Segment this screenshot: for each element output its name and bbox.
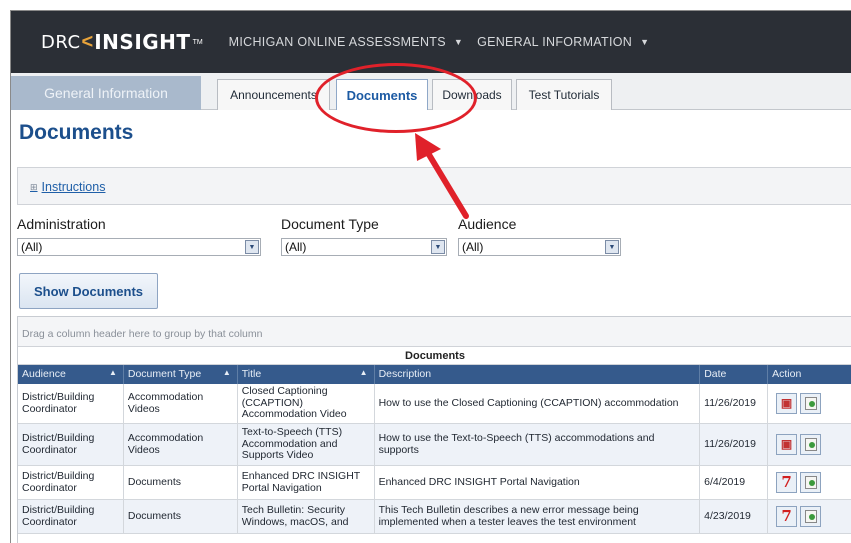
table-row: District/Building Coordinator Documents … [18, 500, 851, 534]
sort-up-icon: ▲ [359, 368, 368, 377]
nav-michigan-online-assessments-label: MICHIGAN ONLINE ASSESSMENTS [228, 35, 446, 49]
cell-audience: District/Building Coordinator [18, 384, 124, 423]
column-header-document-type[interactable]: Document Type ▲ [124, 365, 238, 384]
cell-action: 7 [768, 466, 851, 499]
drc-insight-logo[interactable]: DRC < INSIGHT TM [41, 30, 203, 54]
download-icon[interactable] [800, 472, 822, 493]
cell-title: Closed Captioning (CCAPTION) Accommodati… [238, 384, 375, 423]
chevron-down-icon: ▼ [453, 37, 464, 47]
tab-announcements[interactable]: Announcements [217, 79, 330, 110]
column-header-action: Action [772, 368, 802, 380]
cell-date: 6/4/2019 [700, 466, 769, 499]
cell-action: ▣ [768, 424, 851, 465]
page-title: Documents [19, 121, 134, 144]
cell-title: Tech Bulletin: Security Windows, macOS, … [238, 500, 375, 533]
column-header-title-label: Title [241, 368, 262, 380]
pdf-icon[interactable]: 7 [776, 472, 798, 493]
table-row: District/Building Coordinator Accommodat… [18, 384, 851, 424]
column-header-document-type-label: Document Type [127, 368, 202, 380]
cell-audience: District/Building Coordinator [18, 424, 124, 465]
table-row: District/Building Coordinator Documents … [18, 466, 851, 500]
cell-description: This Tech Bulletin describes a new error… [375, 500, 701, 533]
cell-audience: District/Building Coordinator [18, 500, 124, 533]
column-header-audience-label: Audience [22, 368, 66, 380]
browser-frame: DRC < INSIGHT TM MICHIGAN ONLINE ASSESSM… [10, 10, 851, 543]
show-documents-button[interactable]: Show Documents [19, 273, 158, 309]
cell-action: ▣ [768, 384, 851, 423]
audience-value: (All) [462, 240, 484, 254]
cell-date: 4/23/2019 [700, 500, 769, 533]
tab-strip: General Information Announcements Docume… [11, 73, 851, 110]
column-header-date[interactable]: Date [700, 365, 769, 384]
cell-document-type: Accommodation Videos [124, 384, 238, 423]
sort-up-icon: ▲ [222, 368, 231, 377]
sort-up-icon: ▲ [108, 368, 117, 377]
tab-downloads[interactable]: Downloads [432, 79, 512, 110]
download-icon[interactable] [800, 506, 822, 527]
document-type-value: (All) [285, 240, 307, 254]
documents-grid: Drag a column header here to group by th… [17, 316, 851, 543]
nav-general-information-label: GENERAL INFORMATION [477, 35, 633, 49]
chevron-down-icon: ▼ [640, 37, 650, 47]
cell-description: Enhanced DRC INSIGHT Portal Navigation [375, 466, 701, 499]
cell-document-type: Accommodation Videos [124, 424, 238, 465]
cell-date: 11/26/2019 [700, 384, 769, 423]
video-document-icon[interactable]: ▣ [776, 393, 798, 414]
instructions-label: Instructions [41, 180, 106, 194]
document-type-select[interactable]: (All) ▼ [281, 238, 447, 256]
tab-test-tutorials[interactable]: Test Tutorials [516, 79, 612, 110]
column-header-audience[interactable]: Audience ▲ [18, 365, 124, 384]
tab-documents[interactable]: Documents [336, 79, 428, 110]
pdf-icon[interactable]: 7 [776, 506, 798, 527]
administration-select[interactable]: (All) ▼ [17, 238, 261, 256]
video-document-icon[interactable]: ▣ [776, 434, 798, 455]
table-row: District/Building Coordinator Accommodat… [18, 424, 851, 466]
cell-date: 11/26/2019 [700, 424, 769, 465]
instructions-panel: ⊞ Instructions [17, 167, 851, 205]
download-icon[interactable] [800, 393, 822, 414]
cell-description: How to use the Text-to-Speech (TTS) acco… [375, 424, 701, 465]
logo-bracket-mark: < [81, 30, 94, 53]
logo-insight-text: INSIGHT [94, 30, 191, 54]
expand-icon: ⊞ [30, 181, 38, 192]
logo-drc-text: DRC [41, 31, 81, 53]
section-title-general-information: General Information [11, 76, 201, 110]
cell-document-type: Documents [124, 466, 238, 499]
cell-document-type: Documents [124, 500, 238, 533]
audience-select[interactable]: (All) ▼ [458, 238, 621, 256]
download-icon[interactable] [800, 434, 822, 455]
dropdown-arrow-icon[interactable]: ▼ [431, 240, 445, 254]
instructions-link[interactable]: ⊞ Instructions [30, 180, 105, 194]
administration-label: Administration [17, 216, 106, 232]
cell-title: Enhanced DRC INSIGHT Portal Navigation [238, 466, 375, 499]
column-header-title[interactable]: Title ▲ [238, 365, 375, 384]
logo-trademark: TM [192, 38, 203, 46]
cell-description: How to use the Closed Captioning (CCAPTI… [375, 384, 701, 423]
cell-action: 7 [768, 500, 851, 533]
cell-audience: District/Building Coordinator [18, 466, 124, 499]
cell-title: Text-to-Speech (TTS) Accommodation and S… [238, 424, 375, 465]
dropdown-arrow-icon[interactable]: ▼ [245, 240, 259, 254]
document-type-label: Document Type [281, 216, 379, 232]
top-navigation-bar: DRC < INSIGHT TM MICHIGAN ONLINE ASSESSM… [11, 11, 851, 73]
grid-caption: Documents [18, 347, 851, 365]
group-by-drop-area[interactable]: Drag a column header here to group by th… [18, 317, 851, 347]
administration-value: (All) [21, 240, 43, 254]
audience-label: Audience [458, 216, 517, 232]
nav-general-information[interactable]: GENERAL INFORMATION ▼ [477, 35, 649, 49]
dropdown-arrow-icon[interactable]: ▼ [605, 240, 619, 254]
grid-header-row: Audience ▲ Document Type ▲ Title ▲ Descr… [18, 365, 851, 384]
column-header-description[interactable]: Description [375, 365, 701, 384]
nav-michigan-online-assessments[interactable]: MICHIGAN ONLINE ASSESSMENTS ▼ [229, 35, 463, 49]
